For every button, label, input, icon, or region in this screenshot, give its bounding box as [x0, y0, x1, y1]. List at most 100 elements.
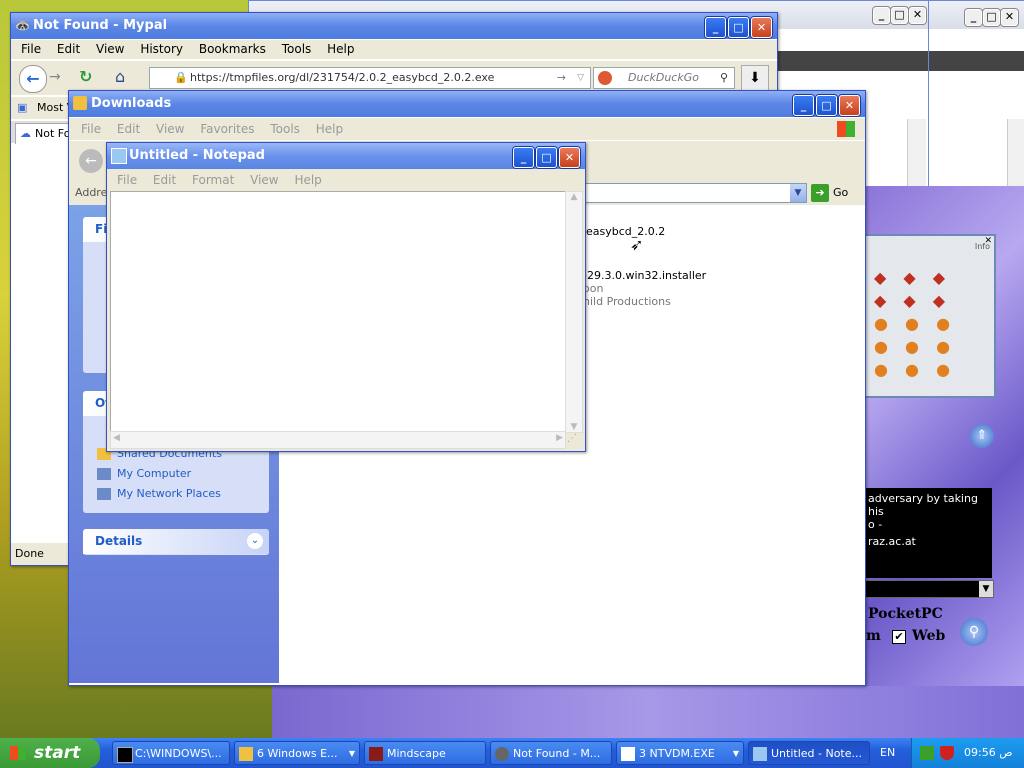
close-icon[interactable]: ✕ [984, 236, 992, 246]
go-button[interactable]: Go [833, 181, 848, 205]
maximize-button[interactable]: □ [891, 7, 908, 24]
minimize-button[interactable]: _ [793, 95, 814, 116]
menu-bookmarks[interactable]: Bookmarks [199, 42, 266, 56]
menu-help[interactable]: Help [294, 173, 321, 187]
scroll-up-icon[interactable]: ▲ [566, 192, 582, 202]
minimize-button[interactable]: _ [873, 7, 890, 24]
taskbar-item[interactable]: 6 Windows E... ▼ [234, 741, 360, 765]
maximize-button[interactable]: □ [816, 95, 837, 116]
file-meta: oon [583, 282, 604, 295]
resize-grip-icon[interactable]: ⋰ [567, 433, 577, 444]
dropdown-icon[interactable]: ▽ [577, 68, 584, 88]
cloud-icon: ☁ [20, 127, 31, 140]
menu-edit[interactable]: Edit [57, 42, 80, 56]
download-icon[interactable]: ⬇ [741, 65, 769, 91]
home-icon[interactable]: ⌂ [115, 67, 125, 86]
vertical-scrollbar[interactable]: ▲ ▼ [565, 191, 583, 433]
menu-format[interactable]: Format [192, 173, 234, 187]
scroll-down-icon[interactable]: ▼ [566, 422, 582, 432]
back-icon[interactable]: ← [79, 149, 103, 173]
scroll-left-icon[interactable]: ◀ [113, 433, 120, 443]
link-my-computer[interactable]: My Computer [97, 467, 191, 480]
close-button[interactable]: ✕ [839, 95, 860, 116]
mypal-icon [495, 747, 509, 761]
minimize-button[interactable]: _ [965, 9, 982, 26]
search-box[interactable]: DuckDuckGo ⚲ [593, 67, 735, 89]
browser-titlebar[interactable]: 🦝 Not Found - Mypal [11, 13, 777, 39]
menu-help[interactable]: Help [327, 42, 354, 56]
background-window-2[interactable]: _ □ ✕ [928, 0, 1024, 192]
file-name: -29.3.0.win32.installer [583, 269, 707, 282]
go-arrow-icon[interactable]: ➔ [811, 184, 829, 202]
search-icon[interactable]: ⚲ [960, 618, 988, 646]
start-button[interactable]: start [0, 738, 100, 768]
menu-view[interactable]: View [156, 122, 184, 136]
start-label: start [34, 743, 81, 763]
taskbar-item[interactable]: C:\WINDOWS\... [112, 741, 230, 765]
close-button[interactable]: ✕ [559, 147, 580, 168]
explorer-titlebar[interactable]: Downloads [69, 91, 865, 117]
search-field[interactable]: ▼ [864, 580, 994, 598]
details-panel: Details ⌄ [83, 529, 269, 555]
file-item[interactable]: easybcd_2.0.2 [586, 225, 665, 238]
notepad-title: Untitled - Notepad [129, 148, 265, 163]
menu-file[interactable]: File [117, 173, 137, 187]
language-indicator[interactable]: EN [880, 738, 895, 768]
go-arrow-icon[interactable]: → [557, 68, 566, 88]
maximize-button[interactable]: □ [536, 147, 557, 168]
menu-tools[interactable]: Tools [270, 122, 300, 136]
notepad-window[interactable]: Untitled - Notepad _ □ ✕ File Edit Forma… [106, 142, 586, 452]
shield-icon[interactable] [940, 746, 954, 760]
minimize-button[interactable]: _ [513, 147, 534, 168]
scroll-right-icon[interactable]: ▶ [556, 433, 563, 443]
close-button[interactable]: ✕ [909, 7, 926, 24]
task-label: Mindscape [387, 747, 446, 760]
scrollbar[interactable] [1007, 119, 1024, 189]
close-button[interactable]: ✕ [751, 17, 772, 38]
chevron-down-icon[interactable]: ▼ [790, 184, 806, 202]
mindscape-app[interactable]: Info ✕ ◆ ◆ ◆ ◆ ◆ ◆ ● ● ● ● ● ● ● ● ● ⇑ adver… [862, 186, 1024, 738]
taskbar-item[interactable]: Untitled - Note... [748, 741, 870, 765]
menu-edit[interactable]: Edit [117, 122, 140, 136]
maximize-button[interactable]: □ [983, 9, 1000, 26]
chevron-down-icon[interactable]: ⌄ [247, 533, 263, 549]
scrollbar[interactable] [907, 119, 926, 189]
link-my-network-places[interactable]: My Network Places [97, 487, 221, 500]
menu-edit[interactable]: Edit [153, 173, 176, 187]
horizontal-scrollbar[interactable]: ◀ ▶ [110, 431, 566, 449]
notepad-text-area[interactable] [110, 191, 566, 433]
up-arrow-icon[interactable]: ⇑ [970, 424, 994, 448]
maximize-button[interactable]: □ [728, 17, 749, 38]
browser-title: Not Found - Mypal [33, 18, 168, 33]
menu-tools[interactable]: Tools [282, 42, 312, 56]
details-head[interactable]: Details [83, 529, 269, 554]
reload-icon[interactable]: ↻ [79, 67, 92, 86]
minimize-button[interactable]: _ [705, 17, 726, 38]
back-icon[interactable]: ← [19, 65, 47, 93]
game-board[interactable]: Info ✕ ◆ ◆ ◆ ◆ ◆ ◆ ● ● ● ● ● ● ● ● ● [864, 234, 996, 398]
link-label: My Computer [117, 467, 192, 480]
menu-view[interactable]: View [96, 42, 124, 56]
network-icon[interactable] [920, 746, 934, 760]
menu-file[interactable]: File [81, 122, 101, 136]
search-input[interactable]: DuckDuckGo [628, 68, 699, 88]
status-text: Done [15, 547, 44, 560]
address-input[interactable]: ▼ [581, 183, 807, 203]
web-checkbox[interactable]: ✔ [892, 630, 906, 644]
close-button[interactable]: ✕ [1001, 9, 1018, 26]
menu-file[interactable]: File [21, 42, 41, 56]
menu-help[interactable]: Help [316, 122, 343, 136]
url-bar[interactable]: 🔒 https://tmpfiles.org/dl/231754/2.0.2_e… [149, 67, 591, 89]
search-icon[interactable]: ⚲ [720, 68, 728, 88]
forward-icon[interactable]: → [49, 69, 61, 85]
link-label: My Network Places [117, 487, 221, 500]
window-icon [621, 747, 635, 761]
menu-view[interactable]: View [250, 173, 278, 187]
menu-history[interactable]: History [140, 42, 183, 56]
taskbar-item[interactable]: 3 NTVDM.EXE ▼ [616, 741, 744, 765]
menu-favorites[interactable]: Favorites [200, 122, 254, 136]
file-item[interactable]: -29.3.0.win32.installer oon hild Product… [583, 269, 706, 308]
taskbar-item[interactable]: Not Found - M... [490, 741, 612, 765]
taskbar-item[interactable]: Mindscape [364, 741, 486, 765]
chevron-down-icon[interactable]: ▼ [979, 581, 993, 597]
